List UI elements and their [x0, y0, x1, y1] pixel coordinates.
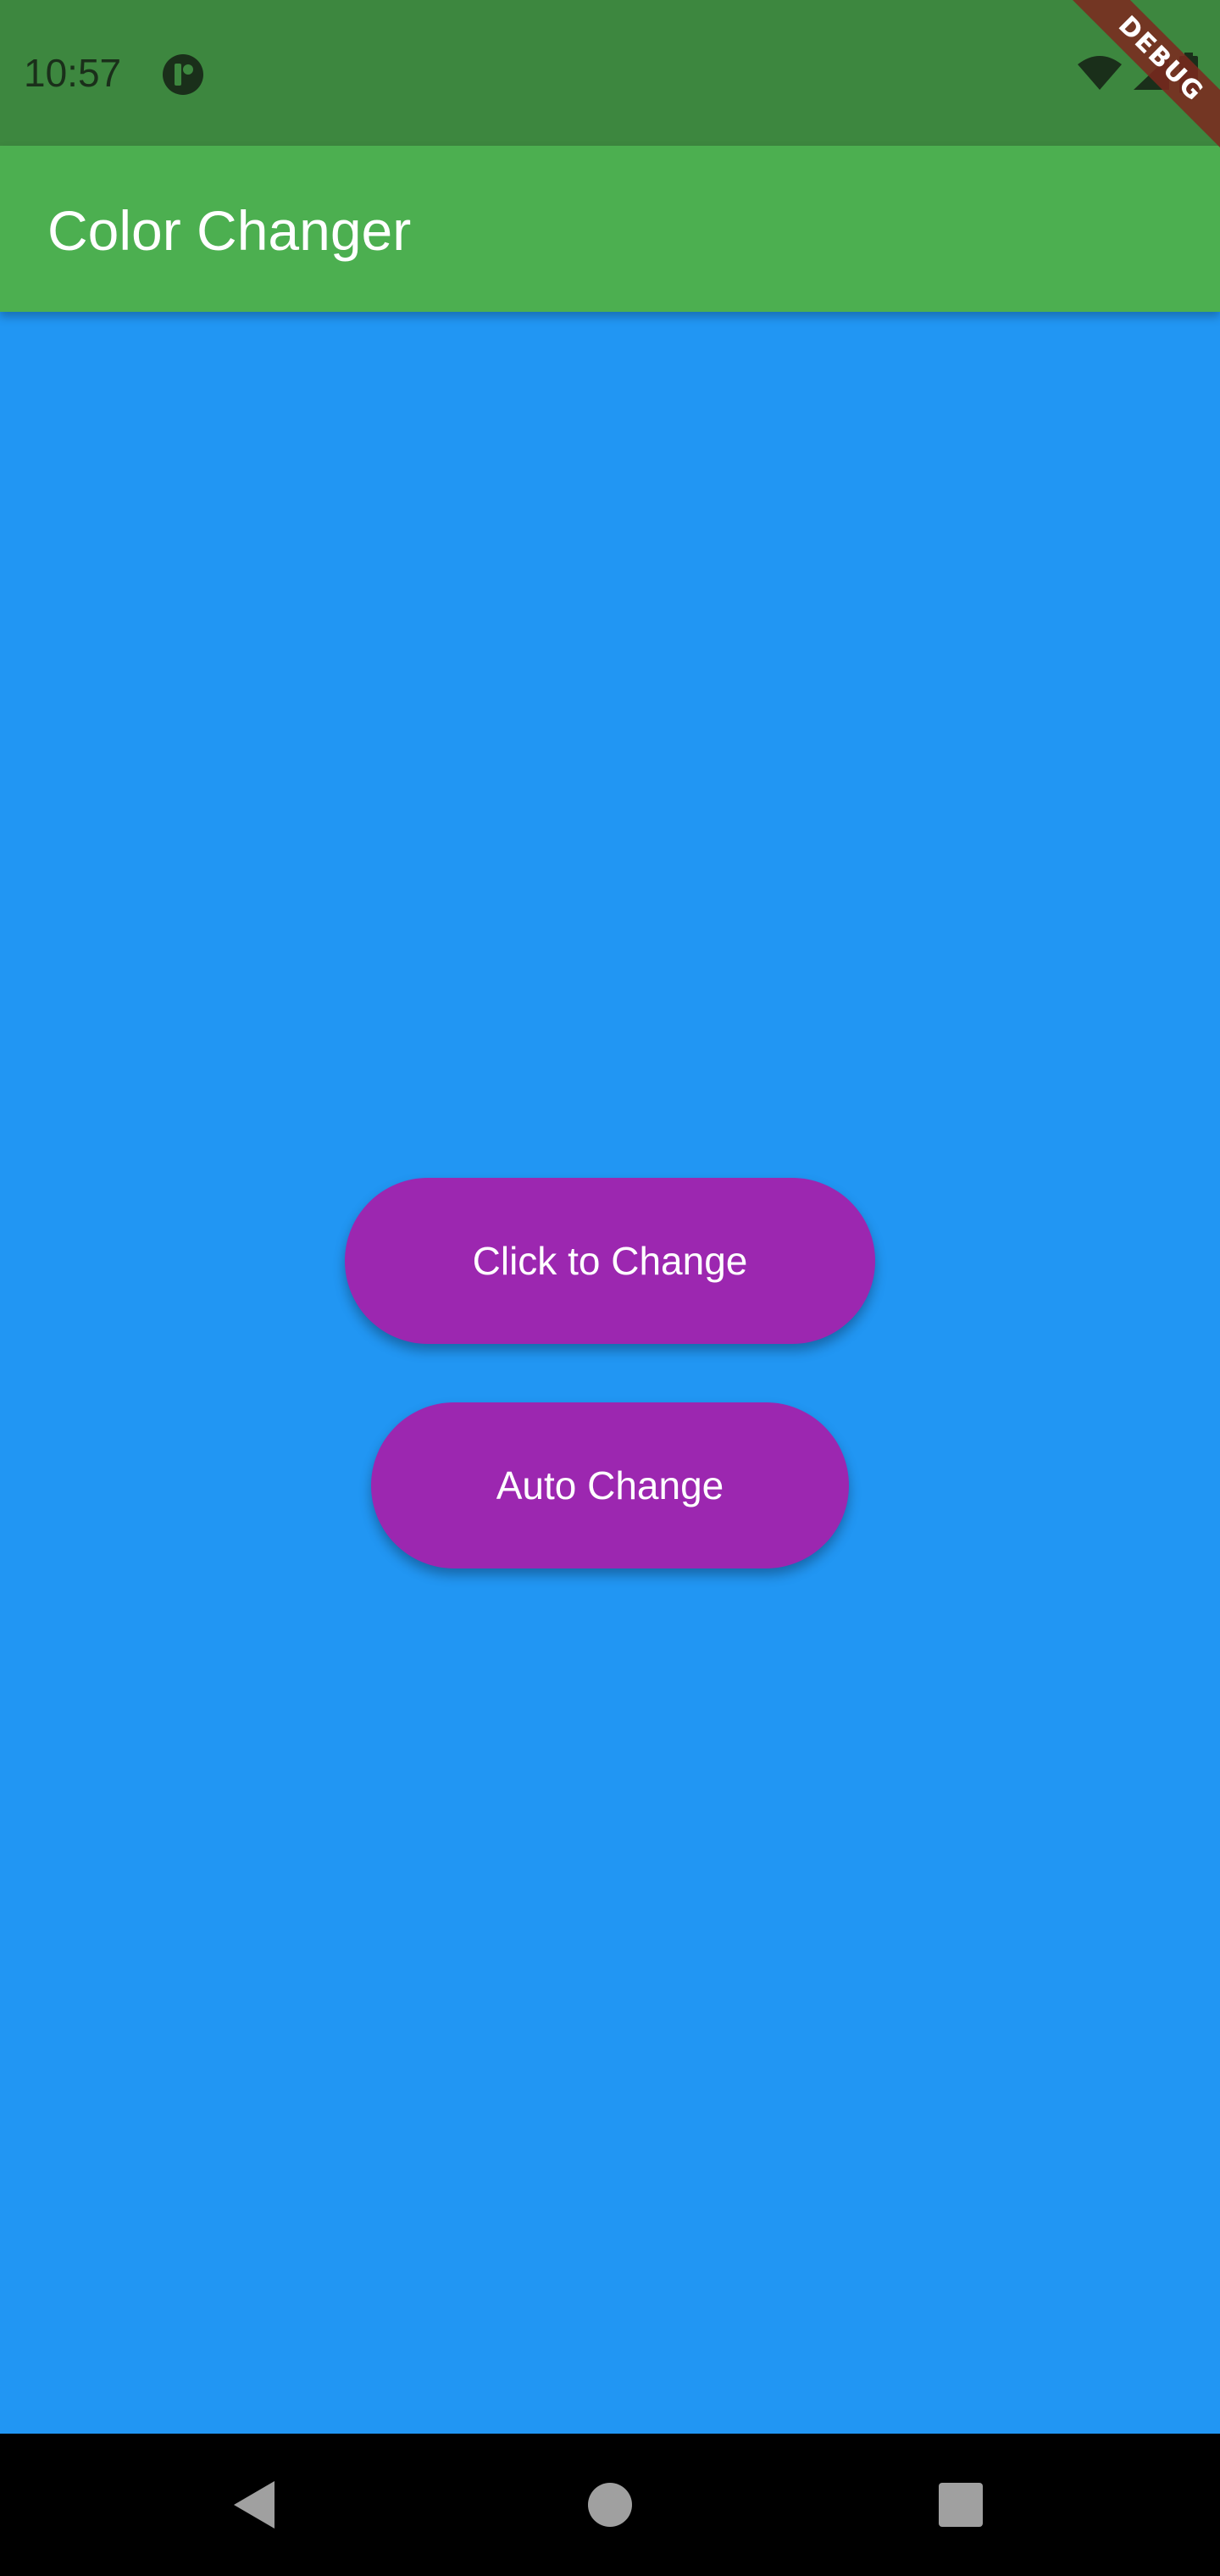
system-nav-bar — [0, 2434, 1220, 2576]
battery-icon — [1178, 52, 1200, 97]
signal-icon — [1130, 54, 1171, 96]
status-icons — [1076, 51, 1200, 98]
app-notification-icon — [161, 53, 205, 97]
status-bar: 10:57 — [0, 0, 1220, 146]
click-to-change-label: Click to Change — [472, 1239, 748, 1283]
auto-change-button[interactable]: Auto Change — [371, 1402, 849, 1568]
recents-icon[interactable] — [918, 2462, 1003, 2547]
home-icon[interactable] — [568, 2462, 652, 2547]
app-title: Color Changer — [47, 199, 412, 262]
auto-change-label: Auto Change — [496, 1463, 724, 1507]
back-icon[interactable] — [212, 2462, 297, 2547]
app-bar: Color Changer — [0, 146, 1220, 312]
screen: 10:57 Color Changer Click to Change Auto… — [0, 0, 1220, 2576]
click-to-change-button[interactable]: Click to Change — [345, 1178, 875, 1344]
status-time: 10:57 — [24, 51, 122, 95]
wifi-icon — [1076, 54, 1123, 96]
